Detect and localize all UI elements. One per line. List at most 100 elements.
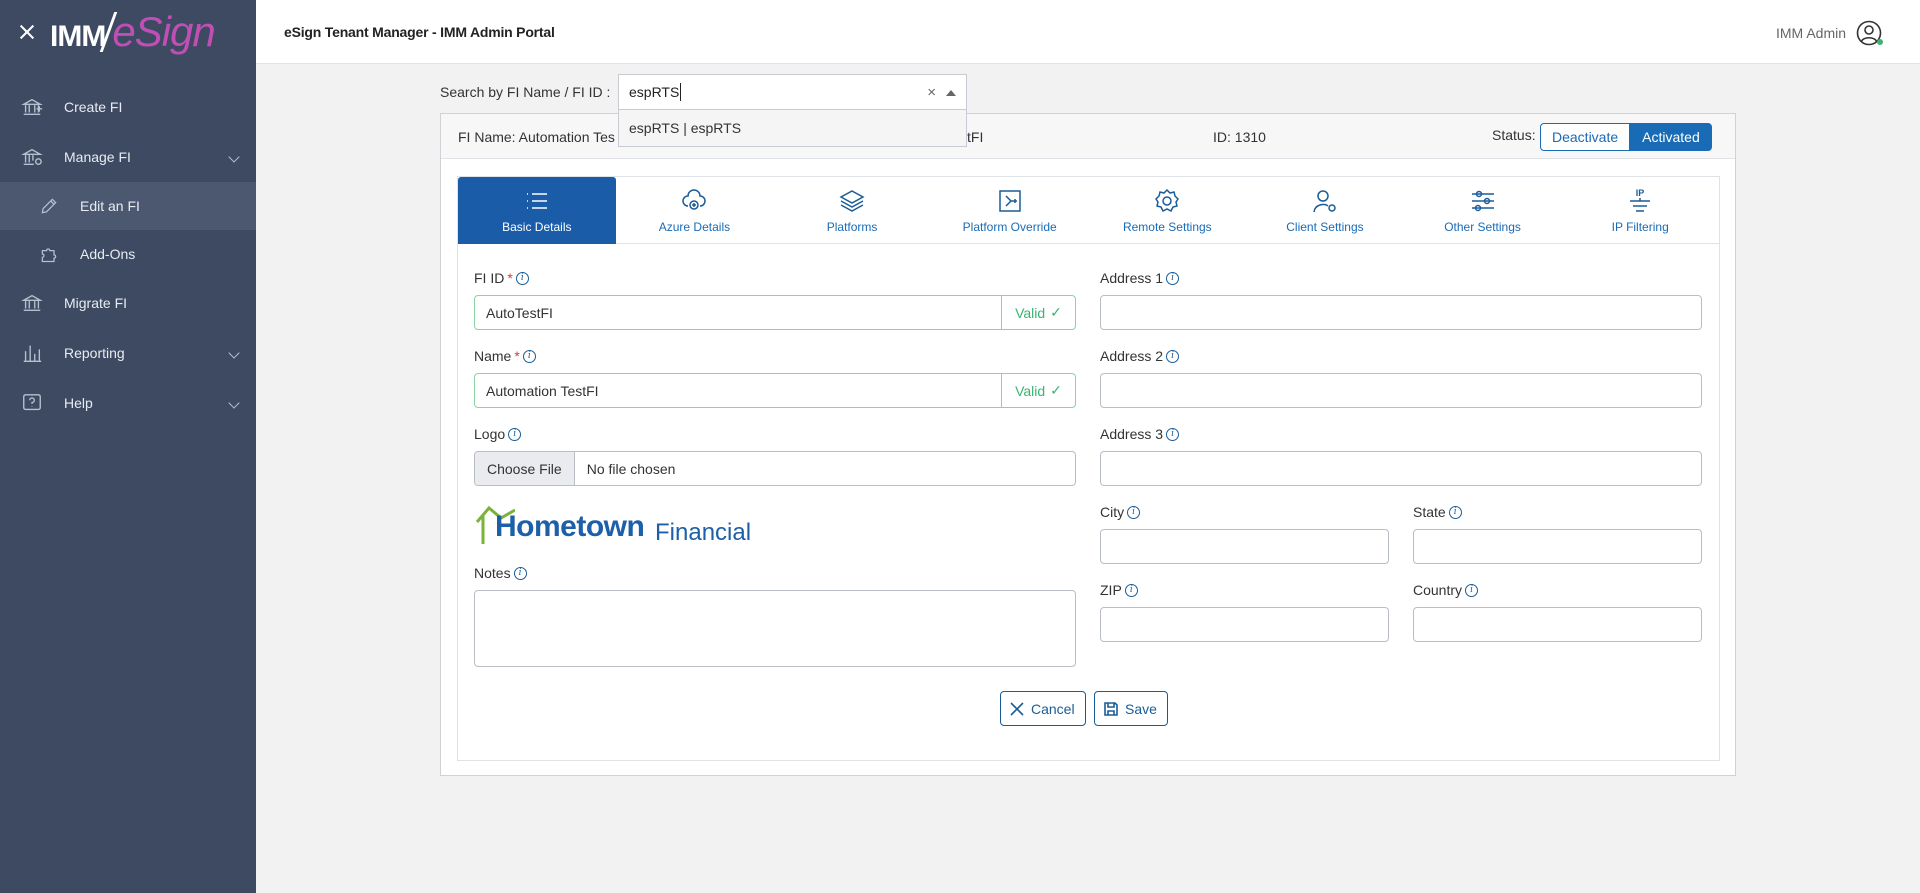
required-marker: *	[507, 270, 513, 286]
sidebar-item-edit-fi[interactable]: Edit an FI	[0, 182, 256, 230]
tab-platforms[interactable]: Platforms	[773, 177, 931, 244]
tab-bar: Basic Details Azure Details Platforms Pl…	[458, 177, 1719, 244]
city-input[interactable]	[1100, 529, 1389, 564]
close-icon[interactable]	[18, 23, 36, 41]
choose-file-button[interactable]: Choose File	[475, 452, 575, 485]
tab-client-settings[interactable]: Client Settings	[1246, 177, 1404, 244]
required-marker: *	[514, 348, 520, 364]
address1-input[interactable]	[1100, 295, 1702, 330]
status-toggle: Deactivate Activated	[1540, 123, 1712, 151]
logo-hometown-text: Hometown	[495, 510, 645, 543]
fi-id-field[interactable]: AutoTestFI Valid ✓	[474, 295, 1076, 330]
override-icon	[998, 190, 1021, 212]
info-icon[interactable]: i	[508, 427, 522, 441]
fi-id-label: FI ID * i	[474, 270, 529, 286]
info-icon[interactable]: i	[1166, 427, 1180, 441]
save-button[interactable]: Save	[1094, 691, 1168, 726]
tab-basic-details[interactable]: Basic Details	[458, 177, 616, 244]
svg-text:IP: IP	[1636, 188, 1645, 198]
name-field[interactable]: Automation TestFI Valid ✓	[474, 373, 1076, 408]
chevron-up-icon[interactable]	[946, 90, 956, 96]
fi-number: ID: 1310	[1213, 129, 1266, 145]
bank-arrow-icon	[20, 291, 44, 315]
info-icon[interactable]: i	[1166, 349, 1180, 363]
search-option[interactable]: espRTS | espRTS	[618, 109, 967, 147]
city-label: City i	[1100, 504, 1141, 520]
name-value[interactable]: Automation TestFI	[475, 374, 1002, 407]
address2-input[interactable]	[1100, 373, 1702, 408]
sliders-icon	[1471, 190, 1494, 212]
search-value[interactable]: espRTS	[629, 84, 679, 100]
check-icon: ✓	[1050, 304, 1062, 320]
sidebar-item-label: Migrate FI	[64, 295, 128, 311]
tab-remote-settings[interactable]: Remote Settings	[1089, 177, 1247, 244]
fi-id-value[interactable]: AutoTestFI	[475, 296, 1002, 329]
logo-imm-text: IMM	[50, 19, 106, 53]
address1-label: Address 1i	[1100, 270, 1180, 286]
info-icon[interactable]: i	[1448, 505, 1462, 519]
cancel-label: Cancel	[1031, 700, 1075, 717]
logo-file-input[interactable]: Choose File No file chosen	[474, 451, 1076, 486]
tab-label: Basic Details	[502, 220, 572, 234]
valid-text: Valid	[1015, 304, 1046, 321]
info-icon[interactable]: i	[1124, 583, 1138, 597]
notes-label-text: Notes	[474, 565, 511, 581]
country-label: Country i	[1413, 582, 1479, 598]
name-label: Name * i	[474, 348, 536, 364]
sidebar-item-label: Manage FI	[64, 149, 131, 165]
layers-icon	[839, 190, 865, 212]
list-icon	[526, 193, 547, 209]
tab-label: Remote Settings	[1122, 220, 1212, 234]
sidebar-item-label: Help	[64, 395, 93, 411]
search-input[interactable]: espRTS ×	[618, 74, 967, 109]
user-gear-icon	[1313, 190, 1336, 213]
sidebar-header: IMM eSign	[0, 0, 256, 64]
zip-input[interactable]	[1100, 607, 1389, 642]
sidebar-item-manage-fi[interactable]: Manage FI	[0, 132, 256, 182]
app-logo: IMM eSign	[50, 10, 216, 54]
bar-chart-icon	[20, 341, 44, 365]
ip-filter-icon: IP	[1630, 188, 1651, 212]
user-menu[interactable]: IMM Admin	[1775, 20, 1883, 46]
page-title: eSign Tenant Manager - IMM Admin Portal	[284, 23, 555, 40]
sidebar-item-add-ons[interactable]: Add-Ons	[0, 230, 256, 278]
tab-ip-filtering[interactable]: IP IP Filtering	[1561, 177, 1719, 244]
clear-search-icon[interactable]: ×	[927, 84, 936, 101]
tab-azure-details[interactable]: Azure Details	[616, 177, 774, 244]
info-icon[interactable]: i	[513, 566, 527, 580]
country-input[interactable]	[1413, 607, 1702, 642]
info-icon[interactable]: i	[515, 271, 529, 285]
logo-financial-text: Financial	[655, 519, 752, 546]
name-valid-badge: Valid ✓	[1002, 374, 1075, 407]
cancel-button[interactable]: Cancel	[1000, 691, 1086, 726]
fi-id-label-text: FI ID	[474, 270, 505, 286]
info-icon[interactable]: i	[1166, 271, 1180, 285]
sidebar-item-migrate-fi[interactable]: Migrate FI	[0, 278, 256, 328]
sidebar-item-help[interactable]: Help	[0, 378, 256, 428]
pencil-icon	[38, 195, 60, 217]
tab-label: Platform Override	[962, 220, 1057, 234]
chevron-down-icon	[228, 397, 240, 409]
sidebar-item-create-fi[interactable]: Create FI	[0, 82, 256, 132]
logo-label: Logo i	[474, 426, 522, 442]
sidebar-item-reporting[interactable]: Reporting	[0, 328, 256, 378]
activated-button[interactable]: Activated	[1630, 123, 1712, 151]
state-input[interactable]	[1413, 529, 1702, 564]
tab-other-settings[interactable]: Other Settings	[1404, 177, 1562, 244]
address3-input[interactable]	[1100, 451, 1702, 486]
user-name: IMM Admin	[1775, 25, 1846, 41]
address3-label: Address 3i	[1100, 426, 1180, 442]
info-icon[interactable]: i	[522, 349, 536, 363]
info-icon[interactable]: i	[1127, 505, 1141, 519]
city-label-text: City	[1100, 504, 1125, 520]
address2-label: Address 2i	[1100, 348, 1180, 364]
cloud-icon	[682, 189, 707, 210]
deactivate-button[interactable]: Deactivate	[1540, 123, 1631, 151]
info-icon[interactable]: i	[1465, 583, 1479, 597]
fi-id-text: tFI	[967, 129, 984, 145]
user-avatar-icon[interactable]	[1856, 20, 1883, 46]
tab-platform-override[interactable]: Platform Override	[931, 177, 1089, 244]
no-file-text: No file chosen	[586, 460, 676, 477]
tab-label: Other Settings	[1444, 220, 1521, 234]
notes-textarea[interactable]	[474, 590, 1076, 667]
